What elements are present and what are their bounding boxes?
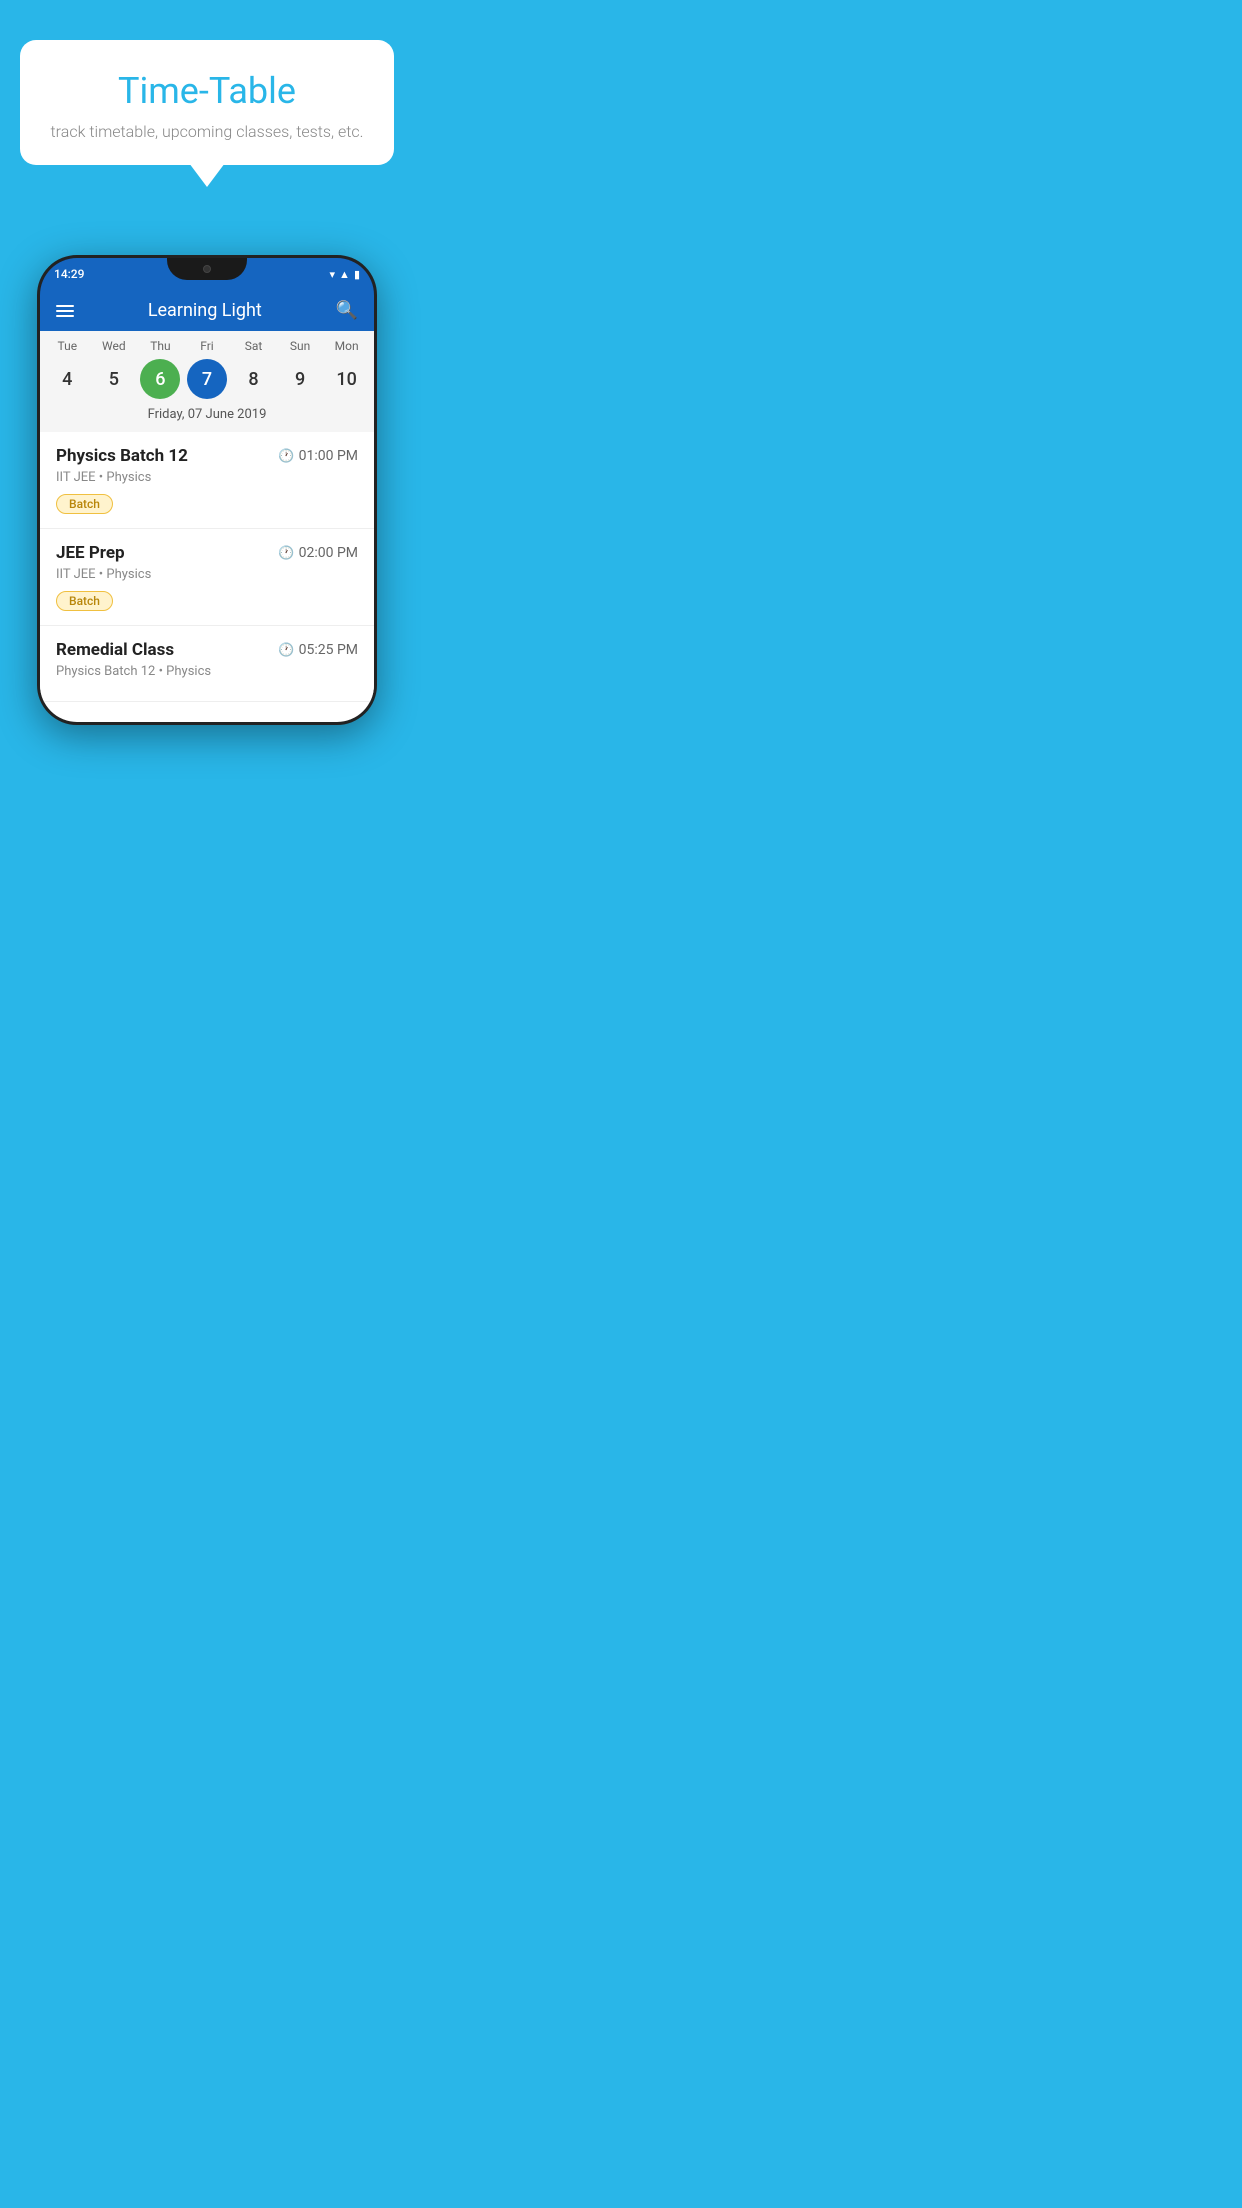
schedule-title-1: Physics Batch 12 — [56, 446, 188, 466]
schedule-time-2: 🕐 02:00 PM — [278, 545, 358, 561]
date-7-selected[interactable]: 7 — [187, 359, 227, 399]
schedule-time-3: 🕐 05:25 PM — [278, 642, 358, 658]
days-row: Tue Wed Thu Fri Sat Sun Mon — [40, 339, 374, 353]
schedule-subtitle-3: Physics Batch 12 • Physics — [56, 664, 358, 679]
schedule-item-jee-prep[interactable]: JEE Prep 🕐 02:00 PM IIT JEE • Physics Ba… — [40, 529, 374, 626]
day-wed: Wed — [94, 339, 134, 353]
app-header: Learning Light 🔍 — [40, 290, 374, 331]
date-9[interactable]: 9 — [280, 359, 320, 399]
notch — [167, 258, 247, 280]
schedule-subtitle-2: IIT JEE • Physics — [56, 567, 358, 582]
signal-icon: ▲ — [339, 268, 350, 281]
search-icon[interactable]: 🔍 — [336, 300, 358, 321]
status-bar: 14:29 ▾ ▲ ▮ — [40, 258, 374, 290]
schedule-title-2: JEE Prep — [56, 543, 125, 563]
phone-time: 14:29 — [54, 267, 84, 281]
date-5[interactable]: 5 — [94, 359, 134, 399]
clock-icon-2: 🕐 — [278, 546, 294, 561]
day-sun: Sun — [280, 339, 320, 353]
schedule-item-header-3: Remedial Class 🕐 05:25 PM — [56, 640, 358, 660]
schedule-item-header-2: JEE Prep 🕐 02:00 PM — [56, 543, 358, 563]
day-sat: Sat — [234, 339, 274, 353]
hamburger-menu-icon[interactable] — [56, 305, 74, 317]
day-thu: Thu — [140, 339, 180, 353]
schedule-container: Physics Batch 12 🕐 01:00 PM IIT JEE • Ph… — [40, 432, 374, 702]
app-title: Learning Light — [148, 300, 262, 321]
wifi-icon: ▾ — [330, 268, 336, 281]
phone-bottom — [40, 702, 374, 722]
schedule-title-3: Remedial Class — [56, 640, 174, 660]
camera-dot — [203, 265, 211, 273]
batch-tag-1: Batch — [56, 494, 113, 514]
schedule-subtitle-1: IIT JEE • Physics — [56, 470, 358, 485]
top-section: Time-Table track timetable, upcoming cla… — [0, 0, 414, 205]
battery-icon: ▮ — [354, 268, 360, 281]
day-fri: Fri — [187, 339, 227, 353]
schedule-time-1: 🕐 01:00 PM — [278, 448, 358, 464]
schedule-item-remedial[interactable]: Remedial Class 🕐 05:25 PM Physics Batch … — [40, 626, 374, 702]
date-10[interactable]: 10 — [327, 359, 367, 399]
phone-mockup: 14:29 ▾ ▲ ▮ Learning Light 🔍 Tue — [37, 255, 377, 725]
bubble-title: Time-Table — [44, 70, 370, 112]
date-8[interactable]: 8 — [234, 359, 274, 399]
day-tue: Tue — [47, 339, 87, 353]
clock-icon-3: 🕐 — [278, 643, 294, 658]
status-icons: ▾ ▲ ▮ — [330, 268, 360, 281]
date-4[interactable]: 4 — [47, 359, 87, 399]
clock-icon-1: 🕐 — [278, 449, 294, 464]
dates-row: 4 5 6 7 8 9 10 — [40, 359, 374, 399]
date-6-today[interactable]: 6 — [140, 359, 180, 399]
speech-bubble: Time-Table track timetable, upcoming cla… — [20, 40, 394, 165]
day-mon: Mon — [327, 339, 367, 353]
selected-date-label: Friday, 07 June 2019 — [40, 407, 374, 428]
schedule-item-header-1: Physics Batch 12 🕐 01:00 PM — [56, 446, 358, 466]
schedule-item-physics-batch[interactable]: Physics Batch 12 🕐 01:00 PM IIT JEE • Ph… — [40, 432, 374, 529]
phone-wrapper: 14:29 ▾ ▲ ▮ Learning Light 🔍 Tue — [0, 255, 414, 725]
bubble-subtitle: track timetable, upcoming classes, tests… — [44, 122, 370, 141]
calendar-strip: Tue Wed Thu Fri Sat Sun Mon 4 5 6 7 8 9 … — [40, 331, 374, 432]
batch-tag-2: Batch — [56, 591, 113, 611]
